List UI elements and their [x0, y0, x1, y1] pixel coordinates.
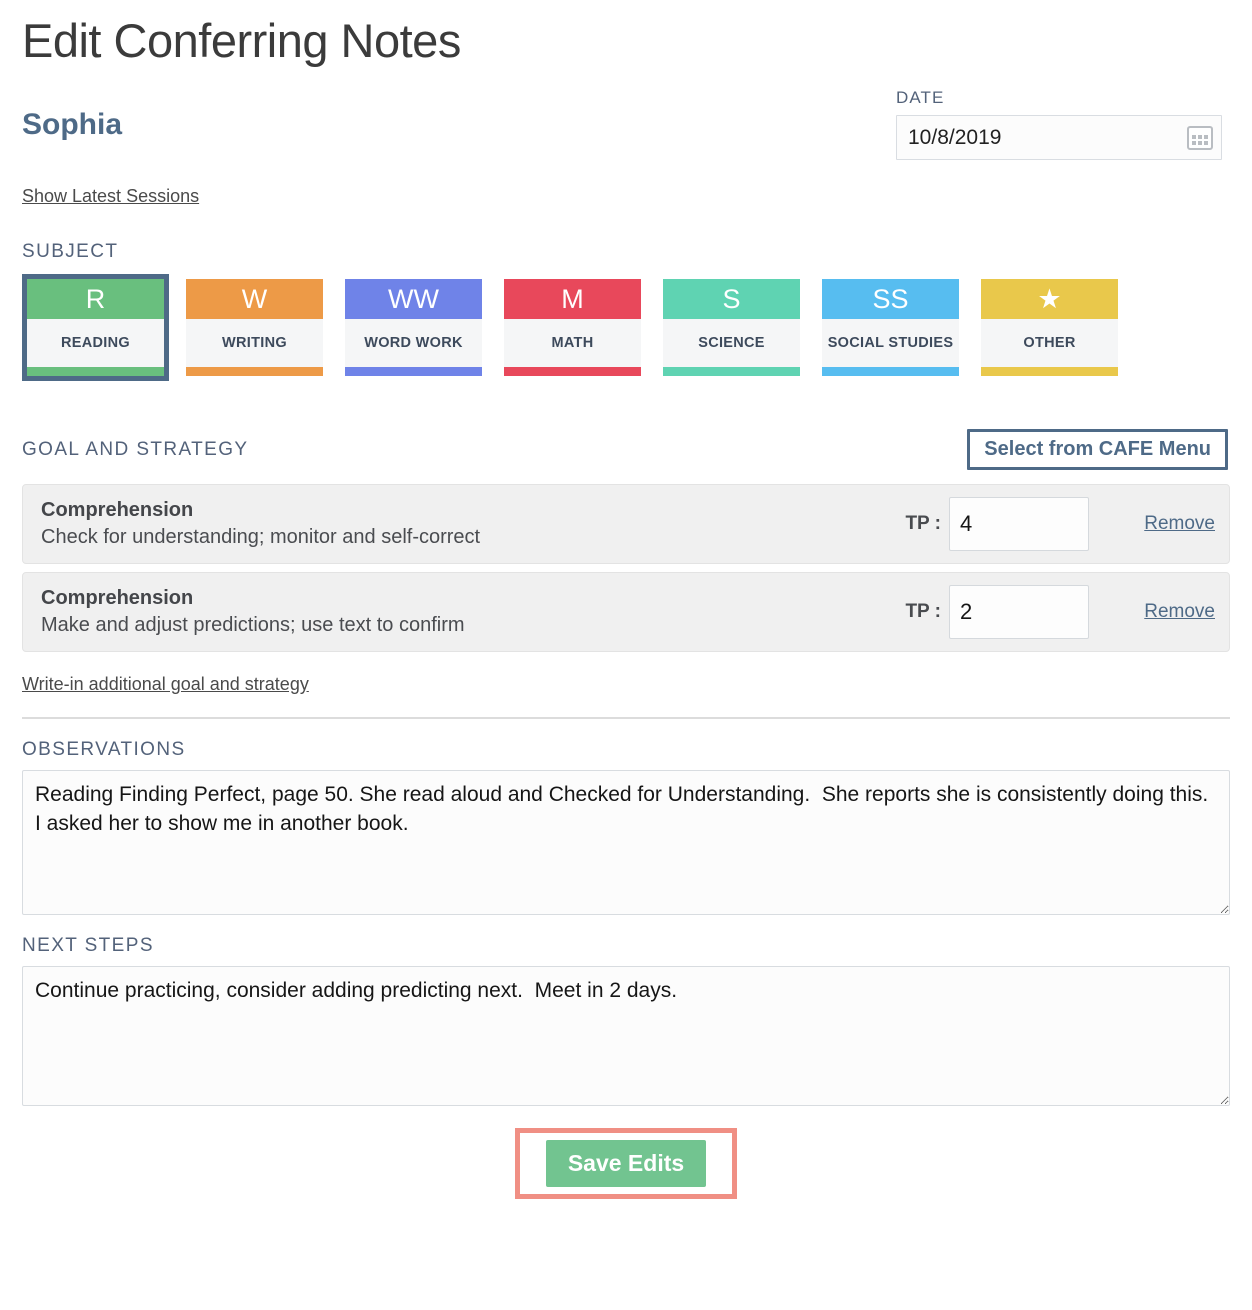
write-in-goal-link[interactable]: Write-in additional goal and strategy	[22, 674, 309, 695]
subject-tile-accent-bar	[27, 367, 164, 377]
goal-description: Check for understanding; monitor and sel…	[41, 526, 481, 549]
subject-abbr: R	[27, 279, 164, 320]
subject-abbr: M	[504, 279, 641, 320]
subject-label: SUBJECT	[22, 241, 119, 263]
student-name: Sophia	[22, 108, 123, 142]
calendar-icon[interactable]	[1187, 125, 1213, 150]
subject-tile-writing[interactable]: W WRITING	[181, 274, 328, 381]
subject-abbr: W	[186, 279, 323, 320]
goal-text: Comprehension Make and adjust predictions…	[41, 585, 905, 639]
goal-section-header: GOAL AND STRATEGY Select from CAFE Menu	[22, 429, 1230, 471]
subject-tile-other[interactable]: ★ OTHER	[976, 274, 1123, 381]
tp-input[interactable]	[949, 585, 1089, 640]
date-input[interactable]	[896, 115, 1222, 161]
subject-tile-math[interactable]: M MATH	[499, 274, 646, 381]
subject-tile-accent-bar	[345, 367, 482, 377]
subject-tile-label: WORD WORK	[345, 319, 482, 368]
tp-input[interactable]	[949, 497, 1089, 552]
subject-tile-label: MATH	[504, 319, 641, 368]
goal-title: Comprehension	[41, 499, 194, 522]
next-steps-textarea[interactable]	[22, 966, 1230, 1107]
subject-tile-reading[interactable]: R READING	[22, 274, 169, 382]
subject-abbr: SS	[822, 279, 959, 320]
date-field-block: DATE	[896, 88, 1222, 161]
subject-tile-label: SCIENCE	[663, 319, 800, 368]
subject-tile-label: WRITING	[186, 319, 323, 368]
subject-tile-accent-bar	[981, 367, 1118, 377]
tp-label: TP :	[905, 601, 941, 623]
subject-tile-list: R READING W WRITING WW WORD WORK M MATH S SCIENCE…	[22, 274, 1230, 382]
subject-tile-science[interactable]: S SCIENCE	[658, 274, 805, 381]
next-steps-label: NEXT STEPS	[22, 935, 154, 957]
page-title: Edit Conferring Notes	[22, 14, 461, 67]
subject-tile-accent-bar	[504, 367, 641, 377]
subject-tile-accent-bar	[186, 367, 323, 377]
observations-textarea[interactable]	[22, 770, 1230, 916]
edit-conferring-notes-page: Edit Conferring Notes Sophia DATE Show L…	[0, 0, 1252, 1200]
subject-abbr: WW	[345, 279, 482, 320]
goal-description: Make and adjust predictions; use text to…	[41, 614, 465, 637]
save-row: Save Edits	[22, 1128, 1230, 1200]
observations-label: OBSERVATIONS	[22, 739, 186, 761]
goal-text: Comprehension Check for understanding; mo…	[41, 497, 905, 551]
star-icon: ★	[981, 279, 1118, 320]
select-from-cafe-menu-button[interactable]: Select from CAFE Menu	[967, 429, 1228, 471]
goal-title: Comprehension	[41, 587, 194, 610]
subject-tile-label: SOCIAL STUDIES	[822, 319, 959, 368]
subject-tile-accent-bar	[822, 367, 959, 377]
tp-label: TP :	[905, 513, 941, 535]
goal-row: Comprehension Make and adjust predictions…	[22, 572, 1230, 653]
goal-row: Comprehension Check for understanding; mo…	[22, 484, 1230, 565]
save-button-highlight: Save Edits	[514, 1128, 738, 1200]
goal-and-strategy-label: GOAL AND STRATEGY	[22, 438, 249, 460]
next-steps-block: NEXT STEPS	[22, 935, 1230, 1107]
remove-goal-link[interactable]: Remove	[1123, 601, 1215, 623]
tp-field: TP :	[905, 585, 1089, 640]
subject-abbr: S	[663, 279, 800, 320]
date-label: DATE	[896, 88, 945, 108]
tp-field: TP :	[905, 497, 1089, 552]
subject-tile-label: OTHER	[981, 319, 1118, 368]
subject-tile-word-work[interactable]: WW WORD WORK	[340, 274, 487, 381]
goal-rows: Comprehension Check for understanding; mo…	[22, 484, 1230, 653]
show-latest-sessions-link[interactable]: Show Latest Sessions	[22, 186, 199, 207]
subject-tile-accent-bar	[663, 367, 800, 377]
subject-tile-label: READING	[27, 319, 164, 368]
date-input-wrap	[896, 115, 1222, 161]
save-edits-button[interactable]: Save Edits	[545, 1140, 707, 1188]
subject-tile-social-studies[interactable]: SS SOCIAL STUDIES	[817, 274, 964, 381]
remove-goal-link[interactable]: Remove	[1123, 513, 1215, 535]
observations-block: OBSERVATIONS	[22, 739, 1230, 916]
header-row: Sophia DATE	[22, 88, 1230, 161]
section-divider	[22, 717, 1230, 720]
